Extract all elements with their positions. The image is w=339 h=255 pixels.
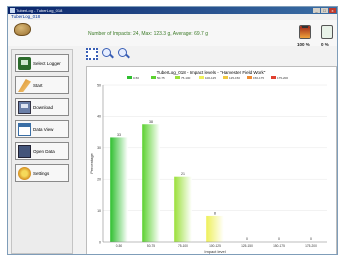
- y-tick-label: 30: [97, 146, 101, 150]
- legend-label: 125-150: [229, 76, 240, 80]
- app-window: TuberLog - TuberLog_018 _ □ x TuberLog_0…: [7, 6, 338, 255]
- legend-label: 0-50: [133, 76, 139, 80]
- impact-summary: Number of Impacts: 24, Max: 123.3 g, Ave…: [88, 31, 208, 37]
- impact-chart: TuberLog_018 - Impact levels - "Harveste…: [89, 70, 327, 254]
- y-tick-label: 0: [99, 240, 101, 244]
- bar: [174, 176, 192, 242]
- legend-swatch: [175, 76, 180, 79]
- start-label: Start: [33, 83, 43, 88]
- legend-label: 175-200: [277, 76, 288, 80]
- battery-cap: [302, 26, 308, 28]
- x-tick-label: 150-175: [273, 244, 285, 248]
- bar: [110, 137, 128, 242]
- legend-swatch: [271, 76, 276, 79]
- potato-sensor-icon: [14, 23, 31, 36]
- chart-panel: TuberLog_018 - Impact levels - "Harveste…: [86, 66, 337, 254]
- start-icon: [18, 79, 31, 92]
- battery-gauge: [299, 25, 311, 39]
- select-logger-label: Select Logger: [33, 61, 61, 66]
- y-axis-ticks: 0 10 20 30 40 50: [97, 83, 101, 244]
- x-tick-label: 0-50: [116, 244, 123, 248]
- maximize-button[interactable]: □: [321, 8, 328, 13]
- legend-swatch: [151, 76, 156, 79]
- bar-data-label: 38: [149, 120, 153, 124]
- download-icon: [18, 101, 31, 114]
- legend-label: 150-175: [253, 76, 264, 80]
- bar-data-label: 0: [278, 237, 280, 241]
- legend-swatch: [127, 76, 132, 79]
- chart-toolbar: [86, 48, 130, 62]
- bar: [142, 124, 160, 242]
- x-axis-ticks: 0-50 50-75 75-100 100-125 125-150 150-175 175-…: [116, 244, 317, 248]
- y-tick-label: 10: [97, 209, 101, 213]
- bar-data-label: 21: [181, 172, 185, 176]
- battery-percent: 100 %: [297, 42, 310, 47]
- memory-gauge: [321, 25, 333, 39]
- x-tick-label: 125-150: [241, 244, 253, 248]
- select-logger-button[interactable]: Select Logger: [15, 54, 69, 72]
- legend-swatch: [223, 76, 228, 79]
- y-axis-label: Percentage: [89, 153, 94, 174]
- x-axis-label: Impact level: [204, 249, 225, 254]
- data-view-button[interactable]: Data View: [15, 120, 69, 138]
- y-tick-label: 50: [97, 83, 101, 87]
- window-controls: _ □ x: [313, 8, 336, 13]
- legend-swatch: [199, 76, 204, 79]
- y-tick-label: 20: [97, 178, 101, 182]
- logger-icon: [18, 57, 31, 70]
- zoom-in-icon[interactable]: [102, 48, 114, 60]
- legend-label: 50-75: [157, 76, 165, 80]
- bar-data-label: 33: [117, 133, 121, 137]
- settings-button[interactable]: Settings: [15, 164, 69, 182]
- window-title: TuberLog - TuberLog_018: [16, 8, 63, 13]
- open-data-icon: [18, 145, 31, 158]
- data-view-icon: [18, 123, 31, 136]
- open-data-button[interactable]: Open Data: [15, 142, 69, 160]
- legend-label: 100-125: [205, 76, 216, 80]
- legend-label: 75-100: [181, 76, 191, 80]
- x-tick-label: 100-125: [209, 244, 221, 248]
- close-button[interactable]: x: [329, 8, 336, 13]
- start-button[interactable]: Start: [15, 76, 69, 94]
- settings-label: Settings: [33, 171, 50, 176]
- title-bar: TuberLog - TuberLog_018 _ □ x: [8, 7, 337, 14]
- x-tick-label: 175-200: [305, 244, 317, 248]
- x-tick-label: 75-100: [178, 244, 188, 248]
- bar-data-label: 0: [246, 237, 248, 241]
- zoom-out-icon[interactable]: [118, 48, 130, 60]
- sidebar: Select Logger Start Download Data View O…: [11, 49, 73, 254]
- x-tick-label: 50-75: [147, 244, 155, 248]
- legend-swatch: [247, 76, 252, 79]
- settings-icon: [18, 167, 31, 180]
- app-icon: [10, 8, 15, 13]
- minimize-button[interactable]: _: [313, 8, 320, 13]
- bar-data-label: 8: [214, 211, 216, 215]
- download-label: Download: [33, 105, 54, 110]
- chart-legend: 0-50 50-75 75-100 100-125 125-150 150-175 175-…: [127, 76, 288, 80]
- download-button[interactable]: Download: [15, 98, 69, 116]
- header-panel: Number of Impacts: 24, Max: 123.3 g, Ave…: [8, 20, 337, 47]
- chart-bars: [110, 124, 224, 242]
- bar-data-label: 0: [310, 237, 312, 241]
- data-view-label: Data View: [33, 127, 54, 132]
- chart-title: TuberLog_018 - Impact levels - "Harveste…: [157, 70, 266, 75]
- open-data-label: Open Data: [33, 149, 55, 154]
- bar: [206, 215, 224, 242]
- y-tick-label: 40: [97, 115, 101, 119]
- expand-icon[interactable]: [86, 48, 98, 60]
- memory-percent: 0 %: [321, 42, 329, 47]
